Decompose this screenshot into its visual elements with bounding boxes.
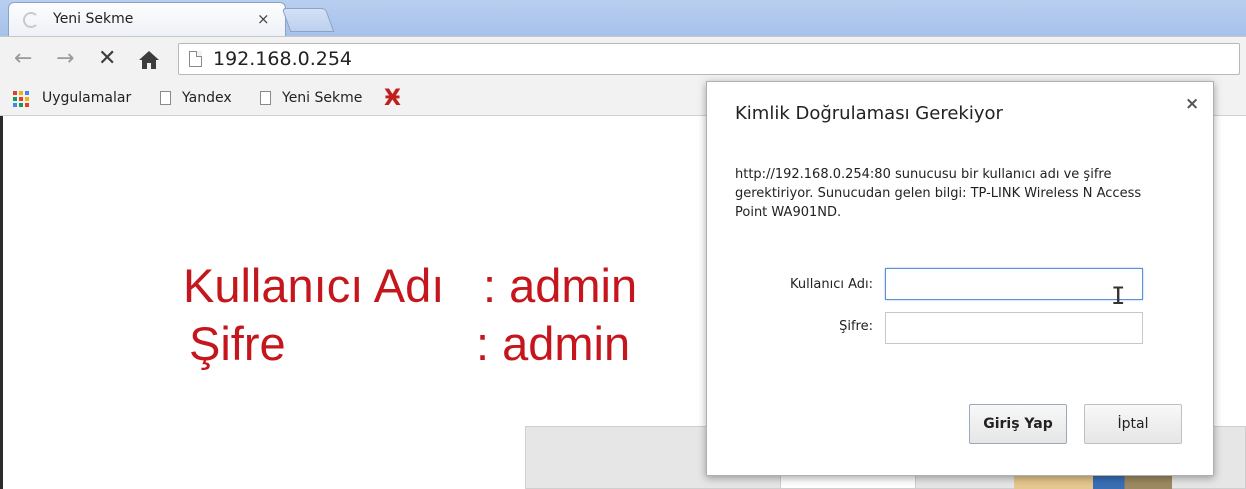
dialog-title: Kimlik Doğrulaması Gerekiyor [735, 103, 1003, 124]
username-value-caption: : admin [483, 259, 638, 312]
home-icon[interactable] [138, 45, 160, 79]
tab-close-icon[interactable]: × [257, 10, 270, 28]
new-tab-button[interactable] [281, 8, 335, 32]
page-icon [160, 91, 171, 105]
password-field[interactable] [885, 312, 1143, 344]
text-cursor-icon: I [1111, 282, 1126, 310]
tab-strip: Yeni Sekme × [0, 0, 1246, 36]
bookmark-yandex[interactable]: Yandex [182, 90, 232, 106]
apps-grid-dot [13, 103, 17, 107]
close-icon[interactable]: × [1185, 94, 1199, 114]
page-icon [260, 91, 271, 105]
apps-grid-dot [19, 91, 23, 95]
bookmark-yeni-sekme[interactable]: Yeni Sekme [282, 90, 362, 106]
password-caption: Şifre [189, 317, 286, 370]
address-bar[interactable]: 192.168.0.254 [178, 43, 1240, 75]
bookmark-uygulamalar[interactable]: Uygulamalar [42, 90, 131, 106]
login-button[interactable]: Giriş Yap [969, 404, 1067, 444]
forward-arrow-icon[interactable]: → [56, 45, 74, 73]
tab-title: Yeni Sekme [53, 11, 134, 27]
cancel-button[interactable]: İptal [1084, 404, 1182, 444]
username-label: Kullanıcı Adı: [790, 277, 873, 292]
url-text[interactable]: 192.168.0.254 [213, 48, 352, 70]
username-caption: Kullanıcı Adı [183, 259, 445, 312]
background-thumbnail [1014, 474, 1172, 489]
apps-grid-dot [13, 91, 17, 95]
background-thumbnail [780, 474, 916, 489]
apps-grid-dot [19, 97, 23, 101]
apps-grid-dot [25, 91, 29, 95]
loading-spinner-icon [23, 12, 39, 28]
back-arrow-icon[interactable]: ← [14, 45, 32, 73]
password-label: Şifre: [839, 319, 873, 334]
auth-dialog: Kimlik Doğrulaması Gerekiyor × http://19… [706, 81, 1214, 476]
apps-grid-icon[interactable] [13, 91, 29, 107]
page-icon [189, 51, 202, 67]
apps-grid-dot [19, 103, 23, 107]
dialog-message: http://192.168.0.254:80 sunucusu bir kul… [735, 167, 1142, 220]
window-edge [0, 116, 3, 489]
bookmark-extension-icon[interactable]: Ӿ [384, 86, 401, 111]
tab-yeni-sekme[interactable]: Yeni Sekme × [8, 2, 286, 36]
password-value-caption: : admin [476, 317, 631, 370]
toolbar: ← → ✕ 192.168.0.254 [0, 36, 1246, 82]
apps-grid-dot [13, 97, 17, 101]
stop-icon[interactable]: ✕ [98, 45, 116, 73]
apps-grid-dot [25, 97, 29, 101]
username-field[interactable] [885, 268, 1143, 300]
apps-grid-dot [25, 103, 29, 107]
